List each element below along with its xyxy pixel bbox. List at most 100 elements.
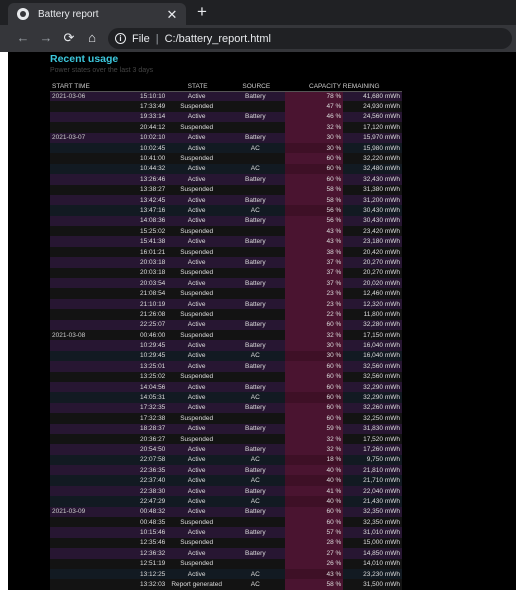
cell-time: 22:36:35 (108, 465, 168, 476)
table-row: 13:25:01 Active Battery 60 % 32,560 mWh (50, 361, 402, 372)
cell-date: 2021-03-09 (50, 506, 109, 518)
cell-percent: 32 % (284, 444, 344, 455)
cell-capacity: 23,180 mWh (343, 236, 402, 247)
cell-capacity: 31,500 mWh (343, 579, 402, 590)
cell-capacity: 20,270 mWh (343, 267, 402, 279)
cell-percent: 60 % (284, 506, 344, 518)
cell-percent: 60 % (284, 402, 344, 414)
cell-percent: 30 % (284, 340, 344, 351)
back-button[interactable]: ← (14, 29, 32, 47)
table-row: 13:12:25 Active AC 43 % 23,230 mWh (50, 568, 402, 580)
cell-state: Report generated (167, 579, 226, 590)
globe-icon (17, 8, 29, 20)
cell-source: AC (225, 392, 285, 403)
cell-state: Suspended (167, 226, 226, 237)
cell-percent: 60 % (284, 392, 344, 403)
cell-capacity: 32,220 mWh (343, 153, 402, 164)
address-bar[interactable]: i File | C:/battery_report.html (108, 28, 512, 49)
cell-time: 12:51:19 (108, 558, 168, 569)
cell-percent: 60 % (284, 413, 344, 424)
cell-percent: 60 % (284, 517, 344, 528)
close-icon[interactable]: ✕ (164, 8, 180, 21)
cell-capacity: 32,280 mWh (343, 319, 402, 330)
home-button[interactable]: ⌂ (83, 29, 101, 47)
cell-percent: 60 % (284, 153, 344, 164)
cell-date (50, 485, 109, 497)
cell-state: Suspended (167, 413, 226, 424)
tab-battery-report[interactable]: Battery report ✕ (8, 3, 186, 25)
cell-source: Battery (225, 194, 285, 206)
cell-source: Battery (225, 174, 285, 185)
cell-state: Active (167, 402, 226, 414)
cell-date (50, 381, 109, 393)
cell-percent: 59 % (284, 423, 344, 434)
cell-capacity: 32,250 mWh (343, 413, 402, 424)
table-row: 10:44:32 Active AC 60 % 32,480 mWh (50, 163, 402, 175)
url-separator: | (155, 32, 159, 45)
cell-capacity: 12,320 mWh (343, 298, 402, 310)
table-row: 22:07:58 Active AC 18 % 9,750 mWh (50, 454, 402, 466)
cell-source: Battery (225, 402, 285, 414)
cell-date (50, 402, 109, 414)
cell-date (50, 205, 109, 216)
cell-time: 19:33:14 (108, 111, 168, 123)
cell-state: Active (167, 568, 226, 580)
cell-date (50, 184, 109, 195)
cell-time: 13:42:45 (108, 194, 168, 206)
cell-percent: 30 % (284, 142, 344, 154)
cell-date (50, 309, 109, 320)
cell-date (50, 101, 109, 112)
table-row: 21:08:54 Suspended 23 % 12,460 mWh (50, 288, 402, 299)
cell-date (50, 579, 109, 590)
cell-time: 13:26:46 (108, 174, 168, 185)
cell-state: Active (167, 91, 226, 102)
cell-time: 20:44:12 (108, 122, 168, 133)
cell-capacity: 24,930 mWh (343, 101, 402, 112)
table-row: 20:54:50 Active Battery 32 % 17,260 mWh (50, 444, 402, 455)
table-row: 10:15:46 Active Battery 57 % 31,010 mWh (50, 527, 402, 538)
cell-time: 20:03:18 (108, 267, 168, 279)
cell-date (50, 111, 109, 123)
section-title: Recent usage (50, 53, 119, 65)
cell-date (50, 122, 109, 133)
table-row: 17:33:49 Suspended 47 % 24,930 mWh (50, 101, 402, 112)
reload-button[interactable]: ⟳ (60, 29, 78, 47)
cell-capacity: 30,430 mWh (343, 215, 402, 227)
cell-date (50, 548, 109, 559)
cell-date (50, 288, 109, 299)
cell-capacity: 32,560 mWh (343, 361, 402, 372)
table-row: 18:28:37 Active Battery 59 % 31,830 mWh (50, 423, 402, 434)
table-row: 14:05:31 Active AC 60 % 32,290 mWh (50, 392, 402, 403)
cell-capacity: 41,680 mWh (343, 91, 402, 102)
table-row: 2021-03-09 00:48:32 Active Battery 60 % 32,35… (50, 506, 402, 518)
cell-state: Suspended (167, 184, 226, 195)
cell-source: Battery (225, 465, 285, 476)
cell-capacity: 20,270 mWh (343, 257, 402, 268)
tab-strip: Battery report ✕ + (0, 0, 516, 25)
cell-source: Battery (225, 111, 285, 123)
usage-table: START TIME STATE SOURCE CAPACITY REMAINI… (50, 82, 402, 590)
cell-percent: 38 % (284, 246, 344, 258)
cell-time: 10:29:45 (108, 350, 168, 362)
cell-state: Active (167, 444, 226, 455)
url-text[interactable]: C:/battery_report.html (165, 33, 271, 45)
cell-state: Active (167, 111, 226, 123)
cell-percent: 41 % (284, 485, 344, 497)
cell-percent: 46 % (284, 111, 344, 123)
cell-date (50, 226, 109, 237)
table-row: 16:01:21 Suspended 38 % 20,420 mWh (50, 246, 402, 258)
cell-date: 2021-03-07 (50, 132, 109, 143)
cell-date (50, 142, 109, 154)
cell-percent: 78 % (284, 91, 344, 102)
cell-time: 10:41:00 (108, 153, 168, 164)
cell-capacity: 30,430 mWh (343, 205, 402, 216)
new-tab-button[interactable]: + (193, 3, 211, 21)
table-row: 12:35:46 Suspended 28 % 15,000 mWh (50, 537, 402, 549)
cell-state: Active (167, 527, 226, 538)
cell-time: 20:36:27 (108, 433, 168, 445)
forward-button[interactable]: → (37, 29, 55, 47)
cell-date (50, 444, 109, 455)
cell-source (225, 517, 285, 528)
info-icon[interactable]: i (115, 33, 126, 44)
cell-date (50, 278, 109, 289)
